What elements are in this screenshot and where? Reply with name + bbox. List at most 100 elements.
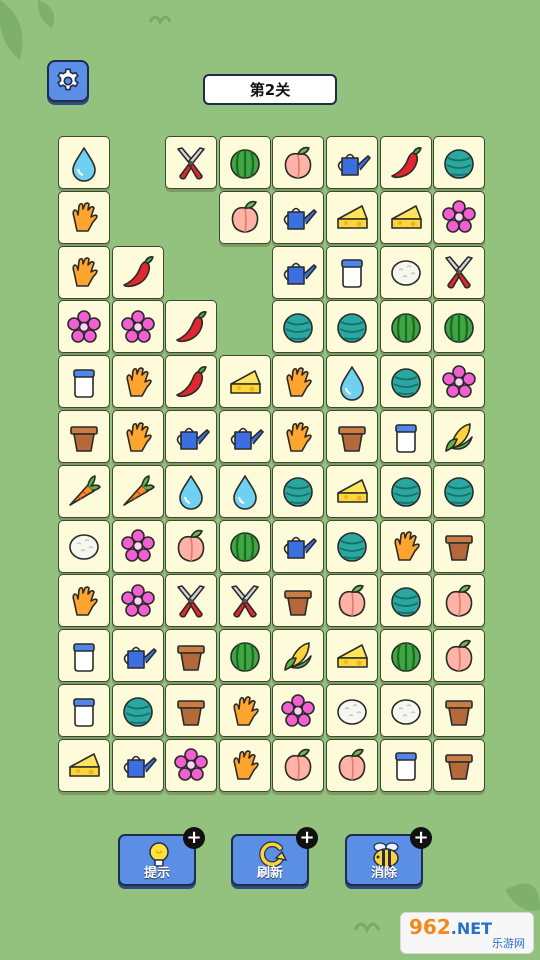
watering-can-icon: [284, 536, 318, 559]
tile-pruning-shears[interactable]: [165, 574, 218, 628]
tile-pink-flower[interactable]: [111, 574, 164, 628]
eliminate-button[interactable]: 消除 +: [345, 827, 432, 886]
tile-pink-flower[interactable]: [433, 190, 486, 244]
tile-yarn-ball[interactable]: [379, 464, 432, 518]
tile-pink-flower[interactable]: [111, 519, 164, 573]
milk-jar-icon: [394, 752, 417, 782]
tile-gardening-glove[interactable]: [58, 190, 110, 244]
tile-watering-can[interactable]: [218, 410, 271, 463]
tile-yarn-ball[interactable]: [433, 464, 486, 518]
tile-carrot[interactable]: [58, 464, 110, 518]
tile-peach[interactable]: [272, 738, 325, 792]
tile-watering-can[interactable]: [111, 738, 164, 792]
tile-watermelon[interactable]: [379, 300, 432, 354]
tile-flower-pot[interactable]: [433, 519, 486, 573]
tile-chili-pepper[interactable]: [379, 136, 432, 189]
tile-milk-jar[interactable]: [58, 629, 110, 683]
tile-yarn-ball[interactable]: [272, 464, 325, 518]
tile-peach[interactable]: [433, 629, 486, 683]
tile-pruning-shears[interactable]: [218, 574, 271, 628]
tile-gardening-glove[interactable]: [58, 574, 110, 628]
tile-peach[interactable]: [218, 190, 271, 244]
tile-pruning-shears[interactable]: [433, 245, 486, 299]
tile-rice-ball[interactable]: [379, 245, 432, 299]
tile-chili-pepper[interactable]: [165, 300, 218, 354]
tile-yarn-ball[interactable]: [379, 574, 432, 628]
tile-flower-pot[interactable]: [165, 629, 218, 683]
tile-cheese[interactable]: [326, 464, 378, 518]
tile-yarn-ball[interactable]: [326, 519, 378, 573]
tile-peach[interactable]: [272, 136, 325, 189]
tile-pink-flower[interactable]: [165, 738, 218, 792]
tile-peach[interactable]: [326, 738, 378, 792]
tile-yarn-ball[interactable]: [111, 684, 164, 737]
tile-gardening-glove[interactable]: [379, 519, 432, 573]
tile-watermelon[interactable]: [379, 629, 432, 683]
plus-icon[interactable]: +: [296, 827, 318, 849]
tile-yarn-ball[interactable]: [326, 300, 378, 354]
tile-flower-pot[interactable]: [433, 738, 486, 792]
tile-watering-can[interactable]: [272, 519, 325, 573]
tile-cheese[interactable]: [326, 629, 378, 683]
tile-watermelon[interactable]: [218, 629, 271, 683]
tile-rice-ball[interactable]: [58, 519, 110, 573]
tile-gardening-glove[interactable]: [272, 410, 325, 463]
tile-flower-pot[interactable]: [433, 684, 486, 737]
tile-water-drop[interactable]: [218, 464, 271, 518]
tile-water-drop[interactable]: [58, 136, 110, 189]
tile-peach[interactable]: [165, 519, 218, 573]
tile-pruning-shears[interactable]: [165, 136, 218, 189]
tile-pink-flower[interactable]: [111, 300, 164, 354]
tile-watering-can[interactable]: [272, 245, 325, 299]
tile-gardening-glove[interactable]: [218, 684, 271, 737]
tile-gardening-glove[interactable]: [111, 355, 164, 409]
tile-watering-can[interactable]: [111, 629, 164, 683]
tile-cheese[interactable]: [58, 738, 110, 792]
tile-watering-can[interactable]: [272, 190, 325, 244]
tile-flower-pot[interactable]: [326, 410, 378, 463]
tile-carrot[interactable]: [111, 464, 164, 518]
tile-watering-can[interactable]: [165, 410, 218, 463]
tile-water-drop[interactable]: [165, 464, 218, 518]
tile-watermelon[interactable]: [433, 300, 486, 354]
hint-button[interactable]: 提示 +: [118, 827, 205, 886]
tile-flower-pot[interactable]: [165, 684, 218, 737]
tile-milk-jar[interactable]: [326, 245, 378, 299]
tile-pink-flower[interactable]: [58, 300, 110, 354]
plus-icon[interactable]: +: [183, 827, 205, 849]
tile-pink-flower[interactable]: [433, 355, 486, 409]
tile-milk-jar[interactable]: [379, 410, 432, 463]
refresh-button[interactable]: 刷新 +: [231, 827, 318, 886]
tile-peach[interactable]: [433, 574, 486, 628]
tile-peach[interactable]: [326, 574, 378, 628]
tile-rice-ball[interactable]: [326, 684, 378, 737]
tile-corn[interactable]: [272, 629, 325, 683]
tile-corn[interactable]: [433, 410, 486, 463]
tile-gardening-glove[interactable]: [218, 738, 271, 792]
watermelon-icon: [390, 313, 421, 343]
tile-gardening-glove[interactable]: [58, 245, 110, 299]
tile-yarn-ball[interactable]: [272, 300, 325, 354]
watermelon-icon: [390, 641, 421, 672]
tile-flower-pot[interactable]: [58, 410, 110, 463]
tile-chili-pepper[interactable]: [111, 245, 164, 299]
tile-milk-jar[interactable]: [58, 684, 110, 737]
tile-flower-pot[interactable]: [272, 574, 325, 628]
tile-yarn-ball[interactable]: [433, 136, 486, 189]
tile-cheese[interactable]: [218, 355, 271, 409]
plus-icon[interactable]: +: [410, 827, 432, 849]
tile-pink-flower[interactable]: [272, 684, 325, 737]
tile-cheese[interactable]: [379, 190, 432, 244]
tile-rice-ball[interactable]: [379, 684, 432, 737]
tile-watering-can[interactable]: [326, 136, 378, 189]
tile-chili-pepper[interactable]: [165, 355, 218, 409]
tile-watermelon[interactable]: [218, 519, 271, 573]
tile-water-drop[interactable]: [326, 355, 378, 409]
tile-milk-jar[interactable]: [58, 355, 110, 409]
tile-cheese[interactable]: [326, 190, 378, 244]
tile-gardening-glove[interactable]: [111, 410, 164, 463]
tile-gardening-glove[interactable]: [272, 355, 325, 409]
tile-watermelon[interactable]: [218, 136, 271, 189]
tile-milk-jar[interactable]: [379, 738, 432, 792]
tile-yarn-ball[interactable]: [379, 355, 432, 409]
